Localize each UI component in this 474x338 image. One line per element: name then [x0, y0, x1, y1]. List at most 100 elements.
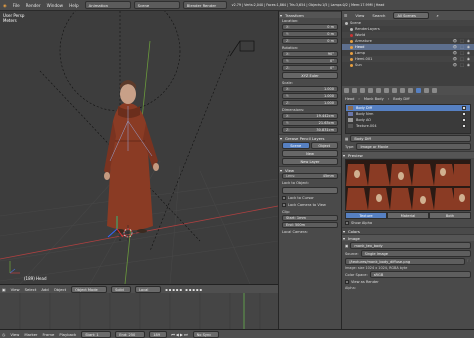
preview-texture-button[interactable]: Texture	[345, 212, 387, 219]
lock-camera-checkbox[interactable]: Lock Camera to View	[282, 202, 338, 208]
transform-panel-header[interactable]: Transform	[279, 11, 341, 19]
show-alpha-checkbox[interactable]: Show Alpha	[345, 220, 471, 226]
timeline-editor[interactable]	[0, 293, 278, 329]
slot-enabled-checkbox[interactable]	[462, 112, 466, 116]
timeline-menu-frame[interactable]: Frame	[42, 332, 54, 337]
blender-logo-icon[interactable]: ◉	[3, 3, 7, 8]
scene-tab-icon[interactable]	[360, 88, 365, 93]
lock-to-cursor-checkbox[interactable]: Lock to Cursor	[282, 195, 338, 201]
rotation-y-field[interactable]: Y: 0°	[282, 58, 338, 64]
menu-window[interactable]: Window	[47, 3, 64, 8]
particles-tab-icon[interactable]	[424, 88, 429, 93]
scale-y-field[interactable]: Y: 1.000	[282, 93, 338, 99]
image-path-field[interactable]: //textures/monk_body_diffuse.png	[345, 258, 466, 265]
outliner-filter-select[interactable]: All Scenes	[393, 12, 430, 19]
texture-name-field[interactable]: Body Diff	[350, 135, 471, 142]
timeline-menu-playback[interactable]: Playback	[59, 332, 76, 337]
search-icon[interactable]: ⌕	[436, 13, 438, 18]
slot-enabled-checkbox[interactable]	[462, 124, 466, 128]
layer-buttons[interactable]: ▪▪▪▪▪ ▪▪▪▪▪	[165, 287, 203, 292]
constraints-tab-icon[interactable]	[384, 88, 389, 93]
outliner-row-sun[interactable]: Sun 👁 ⬚ ◉	[342, 62, 474, 68]
gp-tab-scene[interactable]: Scene	[282, 142, 310, 149]
menu-render[interactable]: Render	[26, 3, 41, 8]
menu-help[interactable]: Help	[69, 3, 79, 8]
view-as-render-checkbox[interactable]: View as Render	[345, 279, 471, 285]
image-name-field[interactable]: monk_tex_body	[350, 242, 471, 249]
menu-view[interactable]: View	[11, 287, 20, 292]
clip-end-field[interactable]: End: 500m	[282, 222, 338, 228]
start-frame-field[interactable]: Start: 1	[81, 330, 112, 338]
screen-layout-select[interactable]: Animation	[84, 1, 131, 9]
sync-select[interactable]: No Sync	[192, 330, 219, 338]
viewport-canvas[interactable]	[0, 11, 278, 284]
preview-material-button[interactable]: Material	[387, 212, 429, 219]
folder-icon[interactable]: 🗀	[467, 259, 471, 265]
slot-enabled-checkbox[interactable]	[462, 118, 466, 122]
slot-enabled-checkbox[interactable]	[462, 106, 466, 110]
preview-panel-header[interactable]: Preview	[342, 151, 474, 159]
menu-object[interactable]: Object	[54, 287, 66, 292]
gp-new-layer-button[interactable]: New Layer	[282, 158, 338, 165]
gp-tab-object[interactable]: Object	[310, 142, 338, 149]
image-source-select[interactable]: Single Image	[360, 250, 471, 257]
3d-viewport[interactable]: User Persp Meters (189) Head	[0, 11, 278, 284]
location-y-field[interactable]: Y: 0 m	[282, 31, 338, 37]
clip-start-field[interactable]: Start: 1mm	[282, 215, 338, 221]
outliner-tree: Scene RenderLayers World Armature 👁 ⬚ ◉ H…	[342, 20, 474, 68]
texture-tab-icon[interactable]	[416, 88, 421, 93]
properties-editor: Head › Monk Body › Body Diff Body Diff Bod…	[341, 86, 474, 329]
texture-type-select[interactable]: Image or Movie	[356, 143, 471, 150]
texture-icon: ▦	[345, 136, 349, 141]
outliner-editor-icon[interactable]: ☰	[344, 13, 347, 18]
end-frame-field[interactable]: End: 250	[115, 330, 146, 338]
dimension-y-field[interactable]: Y: 21.63cm	[282, 120, 338, 126]
scene-select[interactable]: Scene	[133, 1, 180, 9]
view-panel-header[interactable]: View	[279, 166, 341, 174]
material-tab-icon[interactable]	[408, 88, 413, 93]
color-space-select[interactable]: sRGB	[369, 271, 471, 278]
timeline-menu-view[interactable]: View	[10, 332, 19, 337]
scale-x-field[interactable]: X: 1.000	[282, 86, 338, 92]
physics-tab-icon[interactable]	[432, 88, 437, 93]
rotation-mode-select[interactable]: XYZ Euler	[282, 72, 338, 79]
camera-object[interactable]	[229, 40, 255, 57]
modifiers-tab-icon[interactable]	[392, 88, 397, 93]
current-frame-field[interactable]: 189	[149, 330, 168, 338]
menu-add[interactable]: Add	[41, 287, 48, 292]
preview-both-button[interactable]: Both	[429, 212, 471, 219]
layers-tab-icon[interactable]	[352, 88, 357, 93]
playback-controls[interactable]: ⏮ ◀ ▶ ⏭	[171, 332, 187, 337]
rotation-z-field[interactable]: Z: 0°	[282, 65, 338, 71]
crumb-object: Head	[345, 97, 355, 101]
object-tab-icon[interactable]	[376, 88, 381, 93]
lock-object-field[interactable]	[282, 187, 338, 194]
outliner-menu-view[interactable]: View	[355, 13, 364, 18]
render-tab-icon[interactable]	[344, 88, 349, 93]
visibility-icons[interactable]: 👁 ⬚ ◉	[453, 62, 471, 68]
timeline-canvas[interactable]	[0, 293, 278, 329]
rotation-x-field[interactable]: X: 90°	[282, 51, 338, 57]
editor-type-icon[interactable]: ▣	[2, 287, 6, 292]
outliner-menu-search[interactable]: Search	[372, 13, 385, 18]
menu-select[interactable]: Select	[25, 287, 37, 292]
transform-orientation-select[interactable]: Local	[135, 285, 162, 293]
render-engine-select[interactable]: Blender Render	[182, 1, 227, 9]
location-z-field[interactable]: Z: 0 m	[282, 38, 338, 44]
image-panel-header[interactable]: Image	[342, 234, 474, 242]
viewport-shading-select[interactable]: Solid	[111, 285, 132, 293]
dimension-z-field[interactable]: Z: 30.831cm	[282, 127, 338, 133]
menu-file[interactable]: File	[13, 3, 20, 8]
timeline-editor-icon[interactable]: ◷	[2, 332, 5, 337]
texture-slot[interactable]: Texture.004	[346, 123, 470, 129]
data-tab-icon[interactable]	[400, 88, 405, 93]
mode-select[interactable]: Object Mode	[71, 285, 108, 293]
colors-panel-header[interactable]: Colors	[342, 227, 474, 235]
grease-pencil-panel-header[interactable]: Grease Pencil Layers	[279, 134, 341, 142]
world-tab-icon[interactable]	[368, 88, 373, 93]
location-x-field[interactable]: X: 0 m	[282, 24, 338, 30]
gp-new-button[interactable]: New	[282, 150, 338, 157]
scale-z-field[interactable]: Z: 1.000	[282, 100, 338, 106]
timeline-menu-marker[interactable]: Marker	[24, 332, 37, 337]
dimension-x-field[interactable]: X: 19.442cm	[282, 113, 338, 119]
